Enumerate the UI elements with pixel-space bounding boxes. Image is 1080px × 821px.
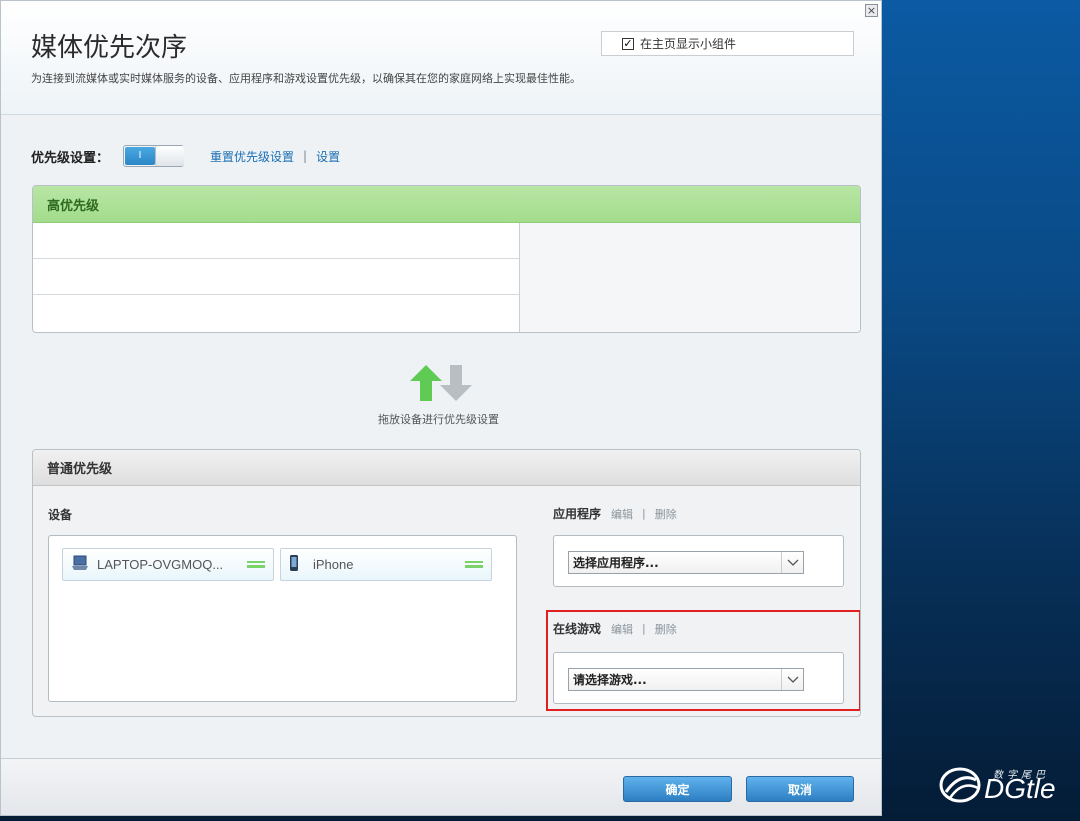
high-priority-body: [33, 223, 860, 332]
drop-slot[interactable]: [33, 223, 519, 259]
apps-title: 应用程序: [553, 507, 602, 521]
games-highlight-box: [546, 610, 860, 711]
laptop-icon: [71, 555, 89, 574]
dgtle-logo-icon: [938, 766, 982, 807]
show-widget-checkbox[interactable]: ✓: [622, 37, 634, 50]
high-priority-title: 高优先级: [47, 198, 100, 214]
device-item-iphone[interactable]: iPhone: [280, 548, 492, 581]
apps-select-value: 选择应用程序...: [573, 556, 659, 570]
reset-priority-link[interactable]: 重置优先级设置: [210, 148, 294, 165]
drag-handle-icon[interactable]: [247, 561, 265, 568]
apps-section-header: 应用程序 编辑 | 删除: [553, 505, 677, 522]
ok-button[interactable]: 确定: [623, 776, 732, 802]
drag-handle-icon[interactable]: [465, 561, 483, 568]
drag-hint: 拖放设备进行优先级设置: [378, 413, 499, 426]
up-down-arrows-icon: [408, 365, 478, 401]
normal-priority-header: 普通优先级: [33, 450, 860, 486]
show-widget-toggle[interactable]: ✓ 在主页显示小组件: [601, 31, 854, 56]
apps-delete-link[interactable]: 删除: [655, 506, 677, 522]
show-widget-label: 在主页显示小组件: [640, 37, 737, 51]
apps-edit-link[interactable]: 编辑: [611, 506, 633, 522]
device-name: LAPTOP-OVGMOQ...: [97, 557, 224, 572]
high-priority-slots: [33, 223, 520, 332]
dialog-footer: 确定 取消: [1, 758, 881, 815]
device-item-laptop[interactable]: LAPTOP-OVGMOQ...: [62, 548, 274, 581]
close-button[interactable]: ×: [865, 4, 878, 17]
device-name: iPhone: [313, 557, 354, 572]
drop-slot[interactable]: [33, 295, 519, 331]
normal-priority-panel: 普通优先级 设备 LAPTOP-OVGMOQ... iPhone 应用程序 编辑…: [32, 449, 861, 717]
page-description: 为连接到流媒体或实时媒体服务的设备、应用程序和游戏设置优先级，以确保其在您的家庭…: [31, 72, 581, 85]
cancel-button[interactable]: 取消: [746, 776, 854, 802]
apps-select-box: 选择应用程序...: [553, 535, 844, 587]
link-separator: |: [303, 149, 308, 163]
priority-settings-label: 优先级设置：: [31, 150, 110, 166]
normal-priority-title: 普通优先级: [47, 462, 113, 477]
high-priority-header: 高优先级: [33, 186, 860, 223]
dialog-header: × 媒体优先次序 为连接到流媒体或实时媒体服务的设备、应用程序和游戏设置优先级，…: [1, 1, 881, 115]
phone-icon: [289, 554, 299, 575]
switch-knob[interactable]: [155, 146, 185, 166]
devices-list: LAPTOP-OVGMOQ... iPhone: [48, 535, 517, 702]
devices-label: 设备: [48, 508, 73, 522]
watermark-brand: DGtle: [984, 773, 1056, 804]
high-priority-panel: 高优先级: [32, 185, 861, 333]
chevron-down-icon[interactable]: [781, 552, 803, 573]
drop-slot[interactable]: [33, 259, 519, 295]
settings-link[interactable]: 设置: [316, 148, 340, 165]
priority-switch[interactable]: I: [123, 145, 185, 167]
page-title: 媒体优先次序: [31, 33, 188, 63]
apps-select[interactable]: 选择应用程序...: [568, 551, 804, 574]
priority-settings-row: 优先级设置： I 重置优先级设置 | 设置: [31, 144, 340, 168]
apps-separator: |: [642, 507, 646, 520]
media-priority-dialog: × 媒体优先次序 为连接到流媒体或实时媒体服务的设备、应用程序和游戏设置优先级，…: [0, 0, 882, 816]
dgtle-watermark: 数字尾巴 DGtle: [938, 762, 1072, 808]
high-priority-side-area: [520, 223, 860, 332]
switch-on-indicator: I: [125, 147, 156, 165]
